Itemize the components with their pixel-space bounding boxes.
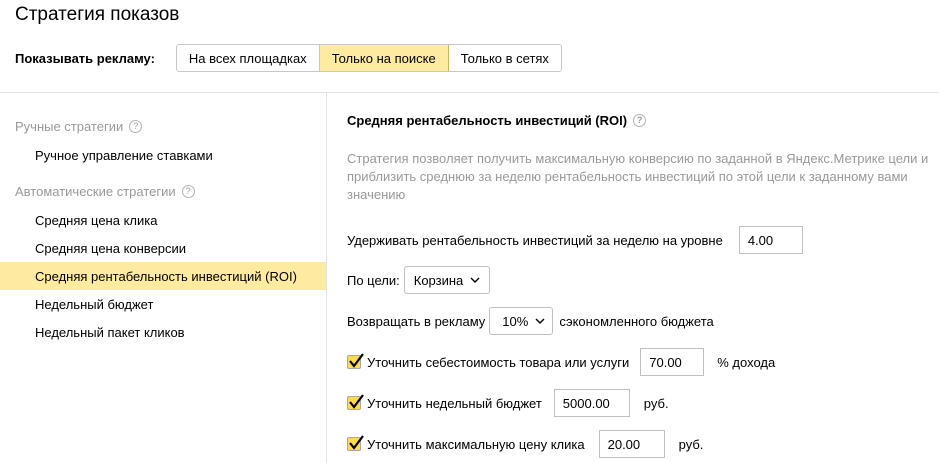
placement-all-button[interactable]: На всех площадках bbox=[176, 45, 320, 71]
question-circle-icon[interactable]: ? bbox=[129, 120, 143, 133]
placement-segmented-control: На всех площадках Только на поиске Тольк… bbox=[175, 44, 562, 72]
goal-row: По цели: Корзина bbox=[347, 266, 491, 294]
weekly-budget-input[interactable]: 5000.00 bbox=[553, 389, 630, 417]
goal-label: По цели: bbox=[347, 272, 400, 288]
sidebar-item-avg-cpa[interactable]: Средняя цена конверсии bbox=[0, 234, 326, 262]
goal-select[interactable]: Корзина bbox=[403, 266, 491, 294]
checkmark-icon bbox=[349, 353, 364, 368]
return-percent-select[interactable]: 10% bbox=[489, 307, 554, 335]
checkmark-icon bbox=[349, 435, 364, 450]
sidebar-item-manual-bids[interactable]: Ручное управление ставками bbox=[0, 141, 326, 169]
page-title: Стратегия показов bbox=[15, 4, 180, 25]
return-budget-label: Возвращать в рекламу bbox=[347, 313, 486, 329]
placement-search-button[interactable]: Только на поиске bbox=[319, 45, 449, 71]
checkmark-icon bbox=[349, 394, 364, 409]
question-circle-icon[interactable]: ? bbox=[181, 185, 195, 198]
question-circle-icon[interactable]: ? bbox=[633, 114, 647, 127]
strategy-description: Стратегия позволяет получить максимальну… bbox=[347, 151, 929, 202]
return-budget-suffix: сэкономленного бюджета bbox=[559, 313, 714, 329]
cost-label: Уточнить себестоимость товара или услуги bbox=[367, 354, 630, 370]
placement-networks-button[interactable]: Только в сетях bbox=[448, 45, 561, 71]
roi-target-label: Удерживать рентабельность инвестиций за … bbox=[347, 232, 723, 248]
sidebar-divider bbox=[326, 93, 327, 463]
return-percent-value: 10% bbox=[502, 313, 529, 329]
roi-title-row: Средняя рентабельность инвестиций (ROI) … bbox=[347, 113, 647, 128]
auto-strategies-group: Автоматические стратегии ? bbox=[15, 184, 195, 199]
manual-strategies-group: Ручные стратегии ? bbox=[15, 119, 143, 134]
manual-strategies-label: Ручные стратегии bbox=[15, 119, 124, 134]
auto-strategies-label: Автоматические стратегии bbox=[15, 184, 176, 199]
cost-input[interactable]: 70.00 bbox=[640, 348, 705, 376]
header-divider bbox=[0, 92, 939, 93]
cost-checkbox[interactable] bbox=[347, 353, 364, 369]
cost-row: Уточнить себестоимость товара или услуги… bbox=[347, 348, 775, 376]
max-cpc-suffix: руб. bbox=[678, 436, 704, 452]
show-ads-row: Показывать рекламу: На всех площадках То… bbox=[15, 44, 562, 72]
weekly-budget-checkbox[interactable] bbox=[347, 394, 364, 410]
sidebar-item-weekly-clicks[interactable]: Недельный пакет кликов bbox=[0, 318, 326, 346]
sidebar-item-avg-cpc[interactable]: Средняя цена клика bbox=[0, 206, 326, 234]
goal-select-value: Корзина bbox=[413, 272, 464, 288]
show-ads-label: Показывать рекламу: bbox=[15, 50, 155, 66]
chevron-down-icon bbox=[470, 277, 480, 283]
roi-target-input[interactable]: 4.00 bbox=[738, 226, 803, 254]
max-cpc-row: Уточнить максимальную цену клика 20.00 р… bbox=[347, 430, 703, 458]
return-budget-row: Возвращать в рекламу 10% сэкономленного … bbox=[347, 307, 714, 335]
roi-title: Средняя рентабельность инвестиций (ROI) bbox=[347, 113, 628, 128]
weekly-budget-label: Уточнить недельный бюджет bbox=[367, 395, 542, 411]
cost-suffix: % дохода bbox=[717, 354, 776, 370]
max-cpc-input[interactable]: 20.00 bbox=[598, 430, 665, 458]
weekly-budget-suffix: руб. bbox=[643, 395, 669, 411]
max-cpc-checkbox[interactable] bbox=[347, 435, 364, 451]
weekly-budget-row: Уточнить недельный бюджет 5000.00 руб. bbox=[347, 389, 669, 417]
roi-target-row: Удерживать рентабельность инвестиций за … bbox=[347, 226, 803, 254]
sidebar-item-avg-roi[interactable]: Средняя рентабельность инвестиций (ROI) bbox=[0, 262, 326, 290]
chevron-down-icon bbox=[535, 318, 545, 324]
sidebar-item-weekly-budget[interactable]: Недельный бюджет bbox=[0, 290, 326, 318]
max-cpc-label: Уточнить максимальную цену клика bbox=[367, 436, 585, 452]
